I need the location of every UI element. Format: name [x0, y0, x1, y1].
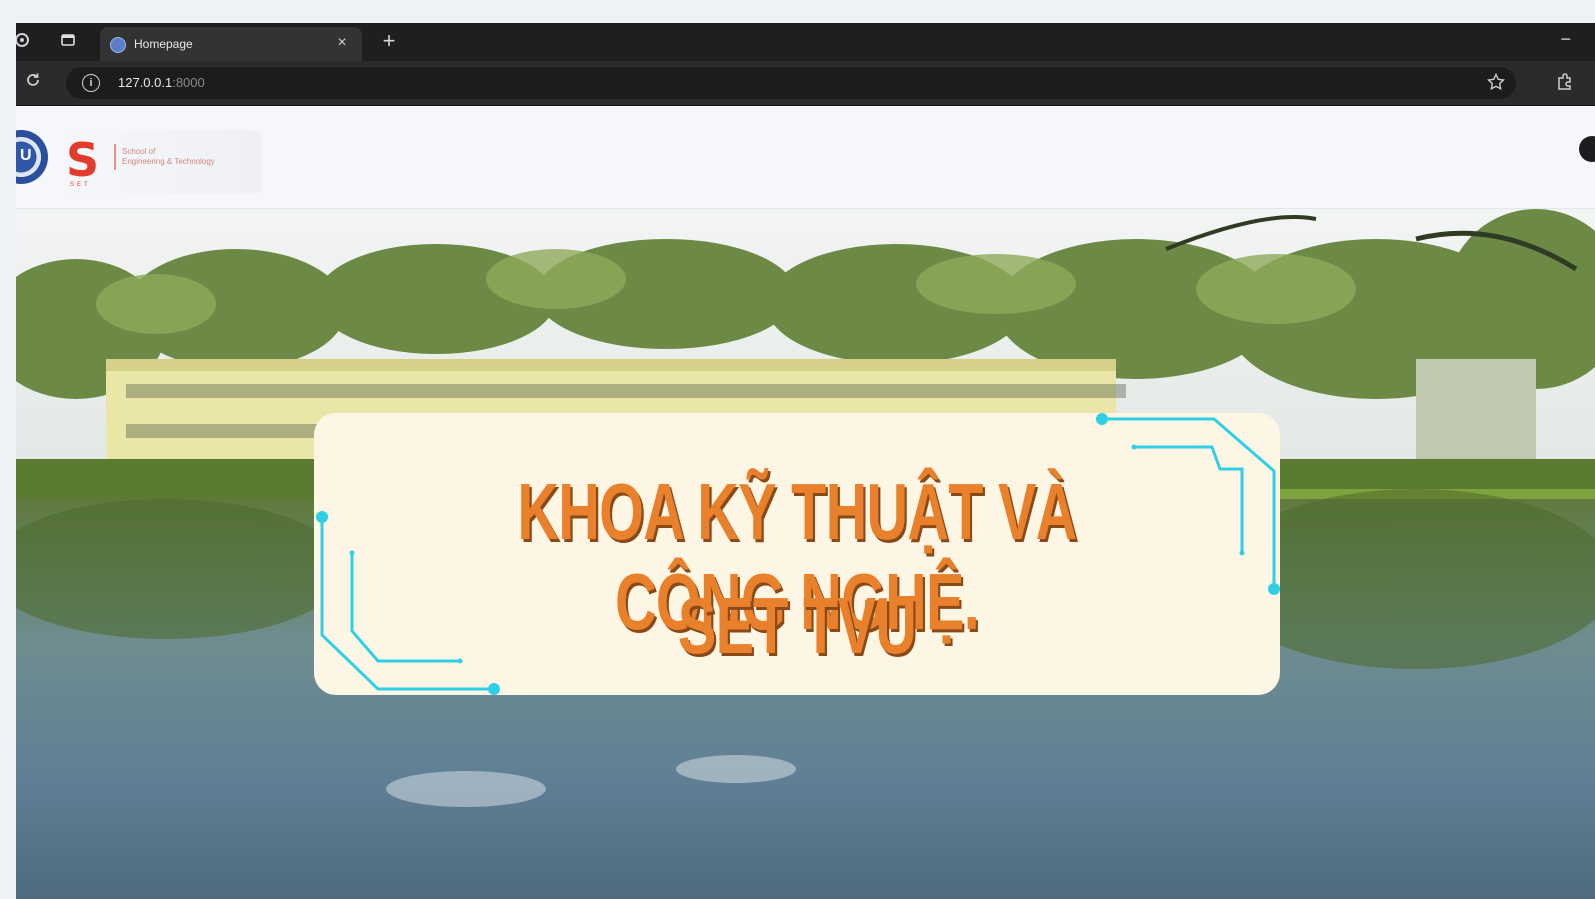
extension-puzzle-icon[interactable] [1555, 71, 1575, 96]
url-text[interactable]: 127.0.0.1:8000 [118, 75, 205, 90]
address-bar[interactable]: i 127.0.0.1:8000 [66, 67, 1516, 99]
hero-subtitle: SET TVU [677, 581, 917, 670]
set-logo-caption: SET [70, 182, 91, 188]
new-tab-icon[interactable]: + [376, 29, 402, 55]
tab-title: Homepage [134, 37, 193, 51]
tab-strip: Homepage × + − [16, 23, 1595, 61]
hero-section: KHOA KỸ THUẬT VÀ CÔNG NGHỆ. SET TVU [16, 209, 1595, 899]
url-port: :8000 [172, 75, 205, 90]
set-logo-letter: S [66, 133, 100, 187]
close-icon[interactable]: × [332, 33, 352, 53]
tab-homepage[interactable]: Homepage × [100, 27, 362, 61]
minimize-icon[interactable]: − [1560, 29, 1571, 50]
page-content: U S School of Engineering & Technology S… [16, 106, 1595, 899]
user-icon[interactable] [1579, 136, 1595, 162]
set-logo[interactable]: S School of Engineering & Technology SET [56, 130, 262, 194]
extensions-icon[interactable] [16, 32, 32, 52]
tvu-logo[interactable]: U [16, 130, 48, 184]
tab-actions-icon[interactable] [58, 32, 78, 52]
site-header: U S School of Engineering & Technology S… [16, 106, 1595, 209]
url-host: 127.0.0.1 [118, 75, 173, 90]
browser-window: Homepage × + − i 127.0.0.1:8000 U S Scho… [16, 23, 1595, 899]
address-toolbar: i 127.0.0.1:8000 [16, 61, 1595, 106]
reload-icon[interactable] [22, 71, 44, 93]
set-logo-text: School of Engineering & Technology [122, 147, 215, 166]
favicon-icon [110, 37, 126, 53]
set-logo-divider [114, 144, 116, 170]
site-info-icon[interactable]: i [82, 74, 100, 92]
bookmark-star-icon[interactable] [1486, 72, 1506, 97]
hero-banner: KHOA KỸ THUẬT VÀ CÔNG NGHỆ. SET TVU [314, 413, 1280, 695]
